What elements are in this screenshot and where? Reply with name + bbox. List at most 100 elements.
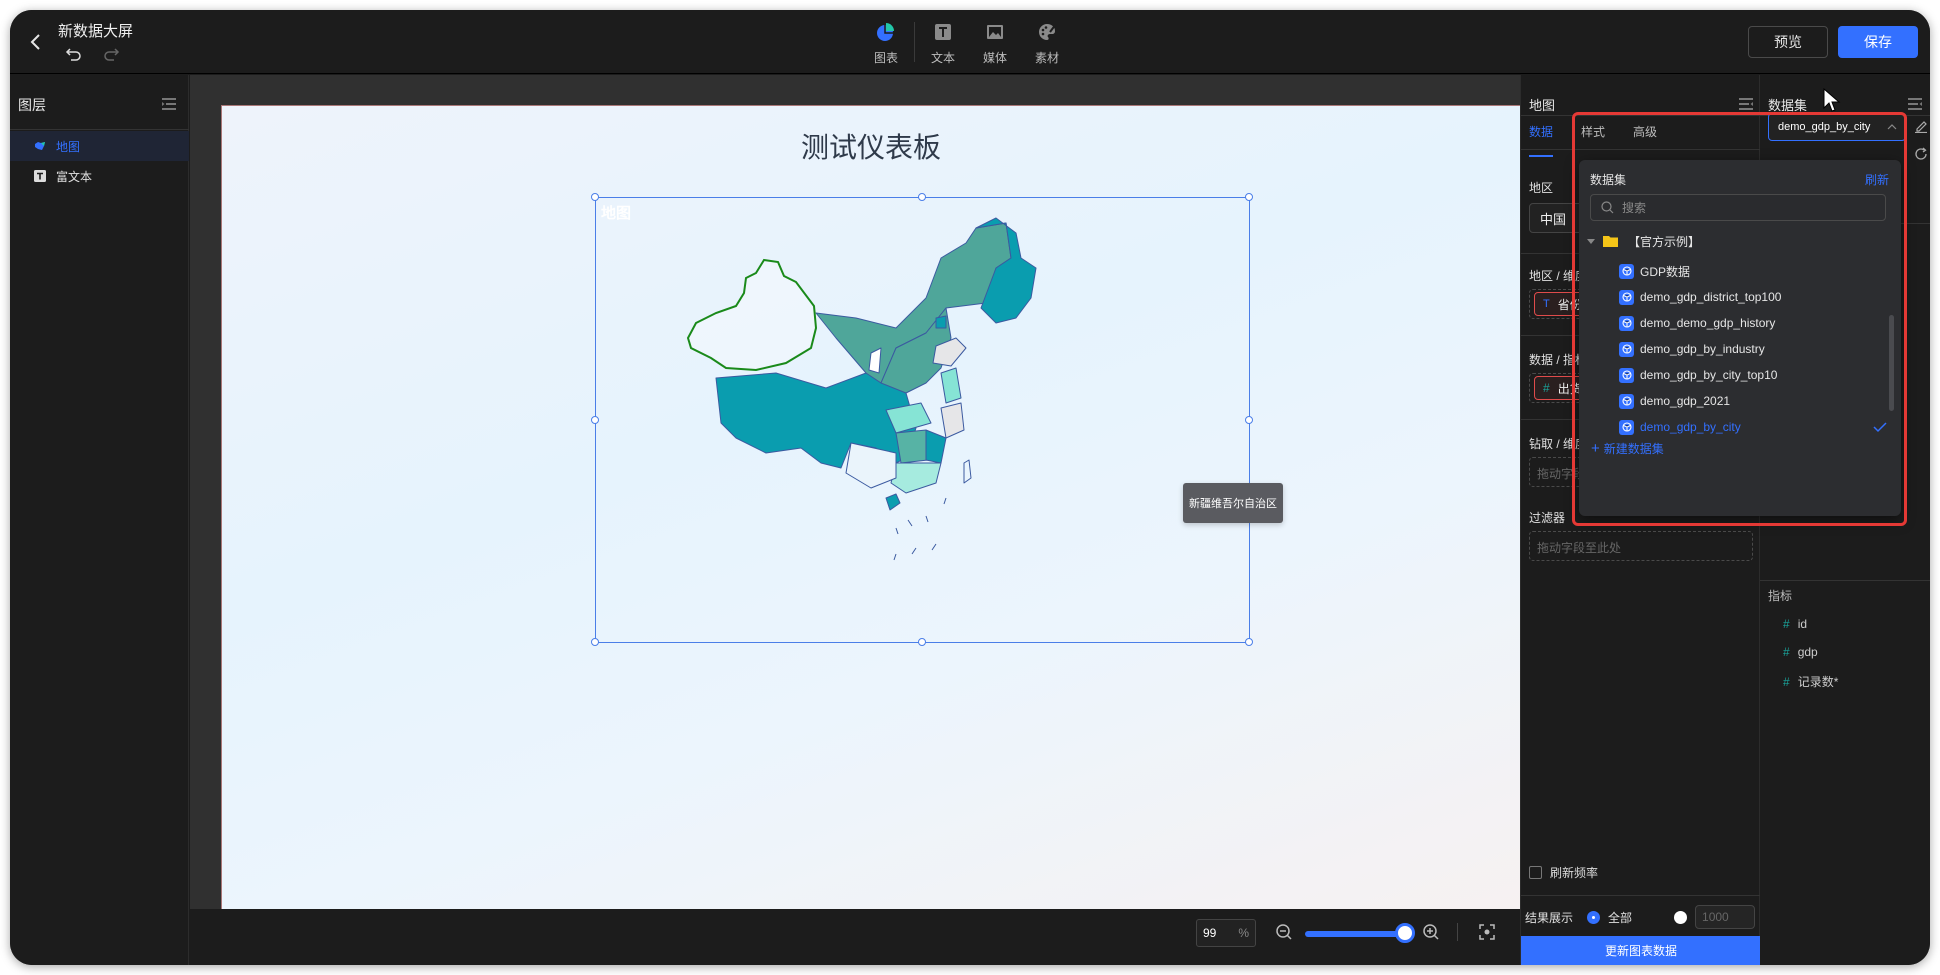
collapse-menu-icon[interactable] [1739,98,1753,110]
zoom-input[interactable]: 99 % [1196,919,1256,947]
text-icon [935,24,951,40]
limit-input[interactable]: 1000 [1695,905,1756,929]
undo-icon[interactable] [65,45,83,63]
dashboard-title[interactable]: 测试仪表板 [222,126,1520,166]
dataset-option[interactable]: GDP数据 [1619,258,1887,284]
metric-field[interactable]: # id [1783,617,1807,631]
dataset-option[interactable]: demo_gdp_district_top100 [1619,284,1887,310]
dataset-folder[interactable]: 【官方示例】 [1587,228,1700,254]
dataset-option[interactable]: demo_gdp_by_industry [1619,336,1887,362]
header: 新数据大屏 图表 文本 媒体 素材 预览 保存 [10,10,1930,74]
layer-item-richtext[interactable]: 富文本 [10,161,189,191]
number-type-icon: # [1783,675,1790,689]
layers-title: 图层 [18,97,46,113]
zoom-slider-track[interactable] [1305,931,1405,937]
tool-material[interactable]: 素材 [1021,18,1073,68]
zoom-slider-handle[interactable] [1395,923,1415,943]
filter-label: 过滤器 [1529,511,1566,525]
new-dataset-button[interactable]: + 新建数据集 [1591,440,1664,457]
redo-icon[interactable] [102,45,120,63]
tab-data[interactable]: 数据 [1529,115,1554,157]
insert-toolbar: 图表 文本 媒体 素材 [860,18,1073,68]
metric-field[interactable]: # gdp [1783,645,1818,659]
dropdown-refresh-link[interactable]: 刷新 [1865,171,1889,188]
refresh-rate-checkbox[interactable]: 刷新频率 [1529,864,1598,881]
metric-field[interactable]: # 记录数* [1783,673,1838,690]
map-icon [34,140,46,152]
divider [1521,895,1761,896]
zoom-out-icon[interactable] [1275,923,1293,941]
folder-icon [1603,236,1618,247]
radio-all[interactable] [1587,910,1601,924]
dataset-cube-icon [1619,393,1634,409]
result-display-label: 结果展示 [1525,910,1574,925]
preview-button[interactable]: 预览 [1748,26,1828,58]
map-component[interactable]: 地图 新疆维吾尔自治区 [591,193,1283,646]
divider [1521,149,1761,150]
china-map [686,217,1037,561]
tool-chart[interactable]: 图表 [860,18,912,68]
config-tabs: 数据 样式 高级 [1529,115,1657,157]
map-region-zhejiang [940,402,965,439]
pie-chart-icon [877,23,894,41]
edit-icon[interactable] [1914,119,1928,133]
collapse-menu-icon[interactable] [162,98,176,110]
dataset-select[interactable]: demo_gdp_by_city [1768,113,1906,141]
save-button[interactable]: 保存 [1838,26,1918,58]
dataset-title: 数据集 [1768,98,1808,113]
dropdown-title: 数据集 [1590,173,1627,187]
map-region-taiwan [963,459,972,484]
app-title: 新数据大屏 [58,23,134,40]
map-region-beijing [935,315,947,329]
fit-screen-icon[interactable] [1478,923,1496,941]
toolbar-divider [914,22,915,62]
zoom-bar: 99 % [190,909,1520,965]
map-region-guangdong [890,462,942,494]
number-type-icon: # [1783,617,1790,631]
radio-limit[interactable] [1674,910,1688,924]
caret-down-icon[interactable] [1587,238,1595,244]
result-display-row: 结果展示 全部 1000 [1525,905,1761,929]
dashboard-stage: 测试仪表板 地图 新疆维吾尔自治区 [221,105,1520,909]
tool-media[interactable]: 媒体 [969,18,1021,68]
dataset-option[interactable]: demo_gdp_by_city_top10 [1619,362,1887,388]
chevron-up-icon [1887,124,1897,130]
map-region-hainan [885,493,901,511]
text-icon [34,170,46,182]
dropdown-scrollbar[interactable] [1889,315,1894,411]
tab-advanced[interactable]: 高级 [1633,115,1657,149]
map-south-sea-dash [893,497,947,561]
map-region-jiangxi [925,429,947,464]
check-icon [1873,422,1887,433]
canvas-area: 测试仪表板 地图 新疆维吾尔自治区 [190,75,1520,909]
dataset-cube-icon [1619,419,1634,435]
dataset-search-input[interactable] [1622,200,1872,215]
divider [1760,580,1930,581]
refresh-icon[interactable] [1914,147,1928,161]
dataset-option[interactable]: demo_gdp_2021 [1619,388,1887,414]
map-region-hunan [895,429,929,464]
dataset-option-selected[interactable]: demo_gdp_by_city [1619,414,1887,440]
region-label: 地区 [1529,181,1554,195]
dataset-cube-icon [1619,341,1634,357]
plus-icon: + [1591,440,1600,457]
map-tooltip: 新疆维吾尔自治区 [1183,483,1283,523]
update-chart-data-button[interactable]: 更新图表数据 [1521,936,1761,965]
zoom-in-icon[interactable] [1422,923,1440,941]
map-region-xinjiang [686,258,818,372]
layer-item-map[interactable]: 地图 [10,131,189,161]
checkbox[interactable] [1529,866,1542,879]
filter-dropzone[interactable]: 拖动字段至此处 [1529,531,1753,561]
tool-text[interactable]: 文本 [917,18,969,68]
app-window: 新数据大屏 图表 文本 媒体 素材 预览 保存 图层 地图 富文本 测试仪表板 … [10,10,1930,965]
back-icon[interactable] [24,30,48,54]
config-title: 地图 [1529,98,1556,113]
map-region-jiangsu [940,367,962,404]
collapse-menu-icon[interactable] [1908,98,1922,110]
dataset-dropdown: 数据集 刷新 【官方示例】 GDP数据 demo_gdp_district_to… [1579,160,1901,516]
text-type-icon: T [1543,298,1550,310]
dataset-cube-icon [1619,289,1634,305]
dataset-search[interactable] [1590,194,1886,221]
tab-style[interactable]: 样式 [1581,115,1605,149]
dataset-option[interactable]: demo_demo_gdp_history [1619,310,1887,336]
